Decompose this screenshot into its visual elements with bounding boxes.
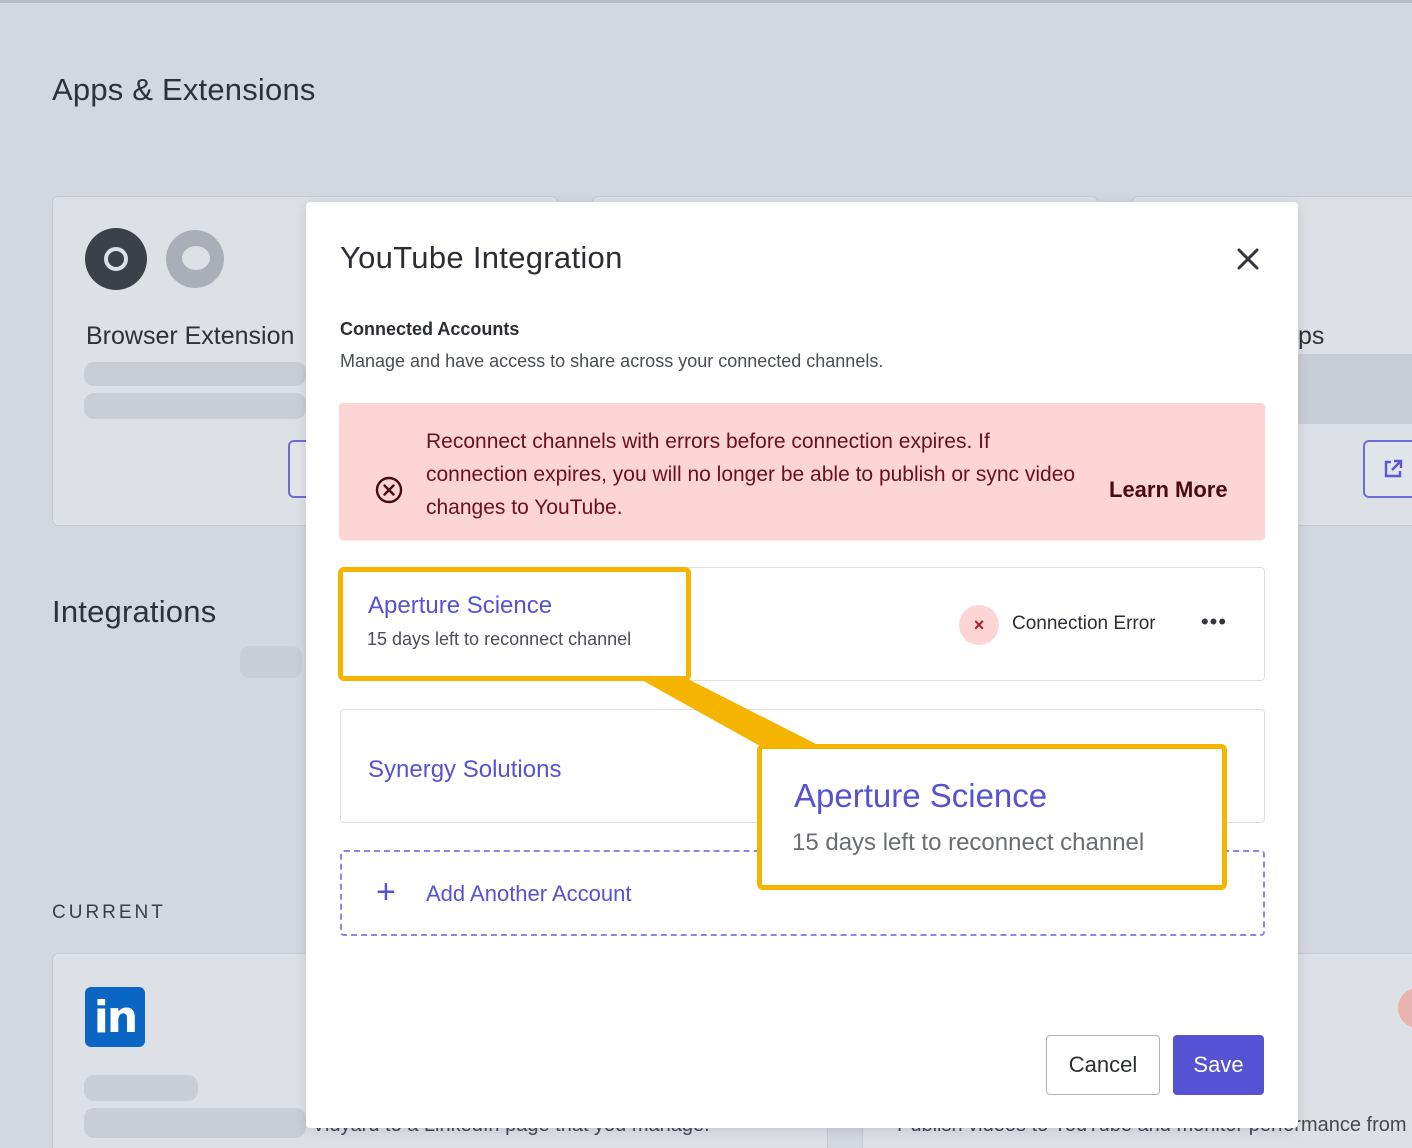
skeleton-block [1296, 354, 1412, 424]
alert-message: Reconnect channels with errors before co… [426, 430, 1076, 519]
skeleton-line [84, 362, 306, 386]
chrome-icon [85, 228, 147, 290]
apps-extensions-heading: Apps & Extensions [52, 72, 316, 107]
save-button[interactable]: Save [1173, 1035, 1264, 1095]
right-card-title: ps [1298, 322, 1325, 350]
top-border [0, 0, 1412, 3]
current-label: CURRENT [52, 902, 166, 923]
external-link-icon [1384, 459, 1403, 478]
connected-accounts-description: Manage and have access to share across y… [340, 351, 884, 371]
integrations-heading: Integrations [52, 594, 217, 629]
close-icon [1237, 248, 1259, 270]
close-button[interactable] [1230, 242, 1266, 278]
linkedin-icon: in [85, 987, 145, 1047]
add-account-label: Add Another Account [426, 881, 632, 906]
skeleton-line [84, 393, 306, 419]
learn-more-link[interactable]: Learn More [1109, 477, 1228, 503]
connection-error-icon: × [959, 605, 999, 645]
account-name[interactable]: Synergy Solutions [368, 756, 561, 784]
more-options-button[interactable]: ••• [1194, 604, 1234, 644]
connected-accounts-title: Connected Accounts [340, 319, 520, 339]
error-alert: Reconnect channels with errors before co… [339, 403, 1265, 540]
callout-account-name: Aperture Science [794, 777, 1048, 814]
open-external-button[interactable] [1363, 440, 1412, 498]
error-circle-icon [375, 476, 403, 504]
skeleton-line [240, 646, 302, 678]
browser-extension-title: Browser Extension [86, 322, 295, 350]
edge-icon [166, 230, 224, 288]
callout-account-subtitle: 15 days left to reconnect channel [792, 829, 1145, 856]
connection-status: Connection Error [1012, 613, 1156, 634]
skeleton-line [84, 1075, 198, 1101]
plus-icon: + [376, 873, 396, 911]
highlight-box [338, 567, 691, 681]
skeleton-line [84, 1108, 306, 1138]
cancel-button[interactable]: Cancel [1046, 1035, 1160, 1095]
modal-title: YouTube Integration [340, 240, 623, 275]
zoom-callout: Aperture Science 15 days left to reconne… [757, 744, 1227, 890]
